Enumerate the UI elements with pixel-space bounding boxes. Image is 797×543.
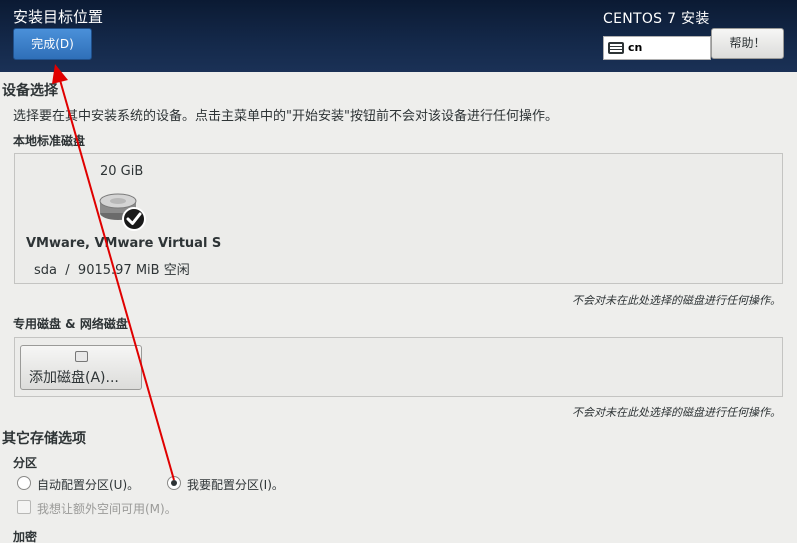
disk-add-icon (75, 351, 88, 362)
disk-name: VMware, VMware Virtual S (26, 236, 222, 251)
disk-free-space: 9015.97 MiB 空闲 (77, 263, 190, 278)
auto-partition-label[interactable]: 自动配置分区(U)。 (37, 476, 139, 493)
done-button[interactable]: 完成(D) (13, 28, 92, 60)
disk-info: sda / 9015.97 MiB 空闲 (34, 259, 190, 278)
header-bar: 安装目标位置 完成(D) CENTOS 7 安装 cn 帮助！ (0, 0, 797, 72)
disk-separator: / (65, 263, 70, 278)
extra-space-label[interactable]: 我想让额外空间可用(M)。 (37, 500, 177, 517)
other-storage-title: 其它存储选项 (2, 431, 86, 447)
hard-disk-selected-icon (99, 193, 146, 231)
local-disks-label: 本地标准磁盘 (13, 134, 86, 148)
device-selection-title: 设备选择 (2, 83, 58, 99)
keyboard-layout-label: cn (628, 41, 643, 54)
special-disks-note: 不会对未在此处选择的磁盘进行任何操作。 (572, 406, 781, 419)
auto-partition-radio[interactable] (17, 476, 31, 490)
product-title: CENTOS 7 安装 (603, 11, 710, 27)
add-disk-label: 添加磁盘(A)... (29, 370, 119, 386)
keyboard-icon (608, 42, 624, 54)
device-selection-description: 选择要在其中安装系统的设备。点击主菜单中的"开始安装"按钮前不会对该设备进行任何… (13, 109, 558, 124)
partition-label: 分区 (13, 456, 38, 470)
special-disks-label: 专用磁盘 & 网络磁盘 (13, 317, 128, 331)
encryption-label: 加密 (13, 530, 38, 543)
keyboard-layout-indicator[interactable]: cn (603, 36, 711, 60)
page-title: 安装目标位置 (13, 8, 104, 26)
manual-partition-label[interactable]: 我要配置分区(I)。 (187, 476, 284, 493)
extra-space-checkbox[interactable] (17, 500, 31, 514)
manual-partition-radio[interactable] (167, 476, 181, 490)
disk-device: sda (34, 263, 57, 278)
add-disk-button[interactable]: 添加磁盘(A)... (20, 345, 142, 390)
help-button[interactable]: 帮助！ (711, 28, 784, 59)
local-disks-note: 不会对未在此处选择的磁盘进行任何操作。 (572, 294, 781, 307)
disk-size: 20 GiB (100, 164, 144, 179)
